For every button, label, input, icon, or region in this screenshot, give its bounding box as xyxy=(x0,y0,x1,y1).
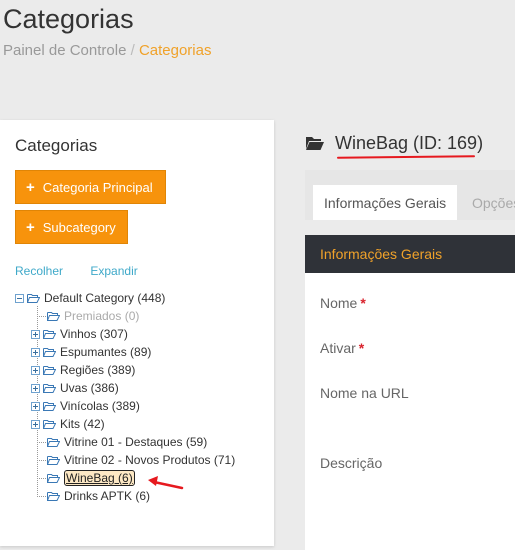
tree-node-label: Vinhos (307) xyxy=(60,327,128,341)
tree-node-label: Drinks APTK (6) xyxy=(64,489,151,503)
folder-open-icon xyxy=(27,294,40,303)
page-title: Categorias xyxy=(3,4,134,34)
required-marker: * xyxy=(360,295,366,311)
folder-open-icon xyxy=(47,492,60,501)
tree-node[interactable]: Drinks APTK (6) xyxy=(47,488,150,504)
tree-connector xyxy=(37,442,46,443)
general-info-form: Informações Gerais Nome * Ativar * Nome na… xyxy=(305,235,515,550)
tree-node[interactable]: Premiados (0) xyxy=(47,308,139,324)
expand-toggle-icon[interactable] xyxy=(31,419,40,429)
folder-open-icon xyxy=(47,312,60,321)
tree-node[interactable]: Vinhos (307) xyxy=(31,326,128,342)
folder-open-icon xyxy=(43,366,56,375)
expand-toggle-icon[interactable] xyxy=(31,347,40,357)
tree-node[interactable]: Vinícolas (389) xyxy=(31,398,140,414)
tree-node[interactable]: Kits (42) xyxy=(31,416,105,432)
tree-node-label: Uvas (386) xyxy=(60,381,119,395)
tree-node-selected[interactable]: WineBag (6) xyxy=(47,470,135,486)
tree-node[interactable]: Espumantes (89) xyxy=(31,344,151,360)
folder-open-icon xyxy=(43,402,56,411)
tree-connector xyxy=(37,496,46,497)
annotation-underline xyxy=(336,155,476,159)
form-section-header: Informações Gerais xyxy=(305,235,515,273)
required-marker: * xyxy=(358,340,365,356)
tree-node-label: Premiados (0) xyxy=(64,309,140,323)
tree-connector xyxy=(37,478,46,479)
name-label-text: Nome xyxy=(320,295,358,311)
folder-open-icon xyxy=(47,438,60,447)
category-title-text: WineBag (ID: 169) xyxy=(335,133,484,153)
tree-node[interactable]: Regiões (389) xyxy=(31,362,135,378)
expand-toggle-icon[interactable] xyxy=(31,383,40,393)
tree-node-label: Espumantes (89) xyxy=(60,345,152,359)
breadcrumb-home[interactable]: Painel de Controle xyxy=(3,42,126,59)
active-label-text: Ativar xyxy=(320,340,356,356)
tree-root[interactable]: Default Category (448) xyxy=(15,290,165,306)
collapse-all-link[interactable]: Recolher xyxy=(15,264,63,278)
tree-node-label: Kits (42) xyxy=(60,417,105,431)
plus-icon: + xyxy=(26,218,35,236)
tree-node-label: Regiões (389) xyxy=(60,363,136,377)
tree-node-label: Vinícolas (389) xyxy=(60,399,140,413)
folder-open-icon xyxy=(47,474,60,483)
annotation-arrow-icon xyxy=(148,476,184,490)
add-main-category-label: Categoria Principal xyxy=(42,179,153,195)
tab-options[interactable]: Opções xyxy=(461,185,515,220)
tree-actions: Recolher Expandir xyxy=(15,264,138,278)
tree-root-label: Default Category (448) xyxy=(44,291,166,305)
tree-node-label: WineBag (6) xyxy=(64,470,135,486)
tab-bar: Informações Gerais Opções xyxy=(305,170,515,220)
active-field-label: Ativar * xyxy=(320,340,364,356)
breadcrumb: Painel de Controle / Categorias xyxy=(3,42,211,59)
tree-node[interactable]: Uvas (386) xyxy=(31,380,119,396)
breadcrumb-current: Categorias xyxy=(138,42,212,59)
tree-node-label: Vitrine 01 - Destaques (59) xyxy=(64,435,208,449)
folder-open-icon xyxy=(43,384,56,393)
tab-general-info[interactable]: Informações Gerais xyxy=(313,185,458,220)
tree-connector xyxy=(37,460,46,461)
add-subcategory-label: Subcategory xyxy=(42,219,116,235)
description-field-label: Descrição xyxy=(320,455,383,471)
expand-toggle-icon[interactable] xyxy=(31,401,40,411)
name-field-label: Nome * xyxy=(320,295,366,311)
folder-open-icon xyxy=(43,420,56,429)
tree-node[interactable]: Vitrine 02 - Novos Produtos (71) xyxy=(47,452,235,468)
expand-all-link[interactable]: Expandir xyxy=(90,264,137,278)
add-subcategory-button[interactable]: + Subcategory xyxy=(15,210,128,244)
folder-open-icon xyxy=(43,348,56,357)
collapse-toggle-icon[interactable] xyxy=(15,293,24,303)
tree-node-label: Vitrine 02 - Novos Produtos (71) xyxy=(64,453,236,467)
url-name-field-label: Nome na URL xyxy=(320,385,409,401)
categories-panel: Categorias + Categoria Principal + Subca… xyxy=(0,120,274,546)
plus-icon: + xyxy=(26,178,35,196)
add-main-category-button[interactable]: + Categoria Principal xyxy=(15,170,166,204)
tree-connector xyxy=(37,316,46,317)
folder-open-icon xyxy=(306,137,324,150)
expand-toggle-icon[interactable] xyxy=(31,365,40,375)
folder-open-icon xyxy=(47,456,60,465)
breadcrumb-separator: / xyxy=(130,42,135,59)
panel-title: Categorias xyxy=(15,136,98,155)
expand-toggle-icon[interactable] xyxy=(31,329,40,339)
form-section-title: Informações Gerais xyxy=(320,246,443,262)
tree-node[interactable]: Vitrine 01 - Destaques (59) xyxy=(47,434,207,450)
category-title: WineBag (ID: 169) xyxy=(305,133,483,154)
folder-open-icon xyxy=(43,330,56,339)
